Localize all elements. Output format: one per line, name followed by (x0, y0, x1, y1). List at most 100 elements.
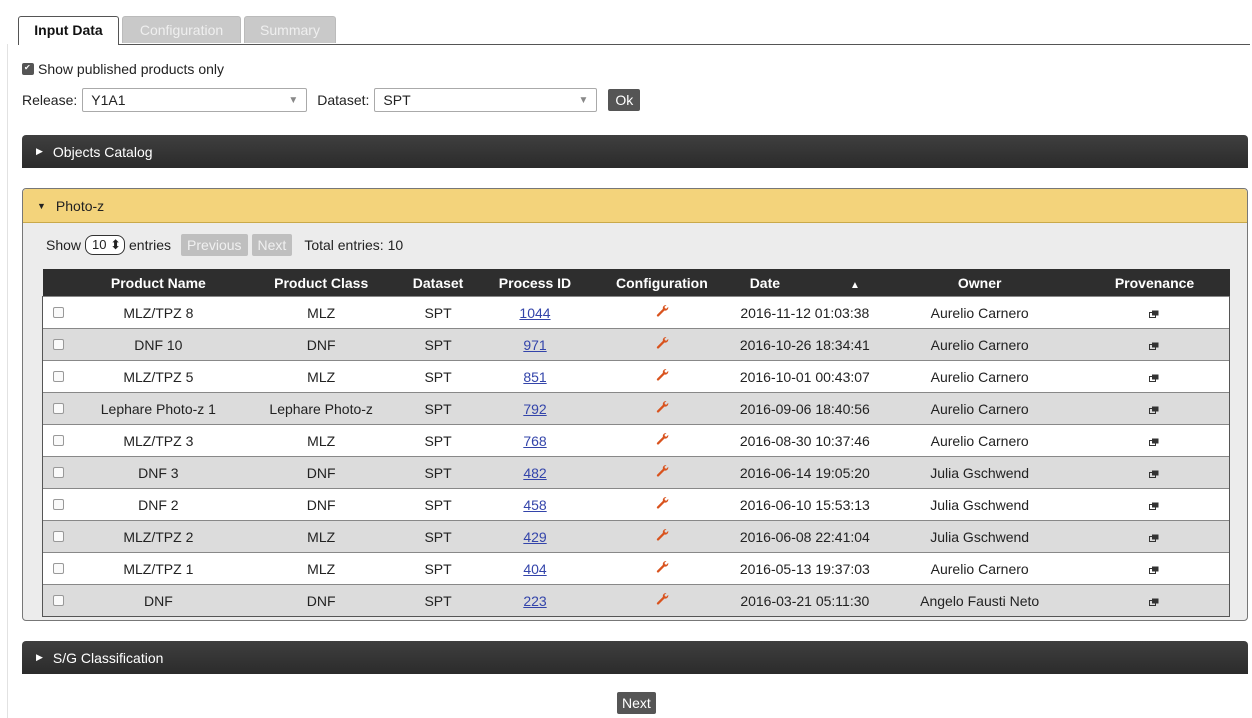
published-only-checkbox[interactable] (22, 63, 34, 75)
total-entries: Total entries: 10 (304, 237, 404, 253)
date-cell: 2016-05-13 19:37:03 (729, 552, 880, 585)
process-id-cell: 768 (476, 424, 594, 457)
process-id-link[interactable]: 458 (523, 497, 546, 513)
release-value: Y1A1 (91, 92, 126, 108)
dataset-label: Dataset: (317, 92, 370, 108)
page-size-select[interactable]: 10 ⬍ (85, 235, 126, 255)
table-row[interactable]: Lephare Photo-z 1 Lephare Photo-z SPT 792 20… (42, 392, 1230, 425)
process-id-link[interactable]: 1044 (519, 305, 550, 321)
tab-configuration[interactable]: Configuration (122, 16, 241, 43)
row-checkbox[interactable] (53, 594, 65, 606)
next-page-button[interactable]: Next (251, 234, 293, 256)
product-class-cell: Lephare Photo-z (242, 392, 401, 425)
table-row[interactable]: DNF 2 DNF SPT 458 2016-06-10 15:53:13 Julia G… (42, 488, 1230, 521)
wrench-icon[interactable] (655, 336, 669, 350)
wrench-icon[interactable] (655, 560, 669, 574)
product-name-cell: MLZ/TPZ 1 (74, 552, 243, 585)
published-only-toggle[interactable]: Show published products only (22, 61, 224, 77)
table-row[interactable]: MLZ/TPZ 1 MLZ SPT 404 2016-05-13 19:37:03 Aur… (42, 552, 1230, 585)
tab-summary[interactable]: Summary (244, 16, 336, 43)
column-header[interactable]: Dataset (400, 269, 477, 297)
wrench-icon[interactable] (655, 592, 669, 606)
table-header-row: Product Name Product Class Dataset Proce… (42, 269, 1230, 297)
row-checkbox[interactable] (53, 562, 65, 574)
date-cell: 2016-06-10 15:53:13 (729, 488, 880, 521)
wrench-icon[interactable] (655, 368, 669, 382)
process-id-link[interactable]: 429 (523, 529, 546, 545)
objects-catalog-header[interactable]: ▶ Objects Catalog (22, 135, 1248, 168)
row-checkbox[interactable] (53, 338, 65, 350)
previous-page-button[interactable]: Previous (181, 234, 248, 256)
row-checkbox[interactable] (53, 306, 65, 318)
configuration-cell (593, 488, 730, 521)
process-id-link[interactable]: 404 (523, 561, 546, 577)
row-checkbox[interactable] (53, 498, 65, 510)
configuration-cell (593, 328, 730, 361)
table-row[interactable]: MLZ/TPZ 8 MLZ SPT 1044 2016-11-12 01:03:38 Au… (42, 296, 1230, 329)
product-name-cell: MLZ/TPZ 3 (74, 424, 243, 457)
column-header[interactable]: Product Class (242, 269, 401, 297)
column-header[interactable]: Owner (879, 269, 1080, 297)
wrench-icon[interactable] (655, 528, 669, 542)
external-link-icon[interactable] (1149, 593, 1159, 606)
row-checkbox[interactable] (53, 466, 65, 478)
table-row[interactable]: MLZ/TPZ 5 MLZ SPT 851 2016-10-01 00:43:07 Aur… (42, 360, 1230, 393)
row-checkbox[interactable] (53, 402, 65, 414)
tab-input-data[interactable]: Input Data (18, 16, 119, 45)
product-class-cell: DNF (242, 584, 401, 617)
column-header[interactable]: Process ID (476, 269, 594, 297)
external-link-icon[interactable] (1149, 433, 1159, 446)
process-id-cell: 404 (476, 552, 594, 585)
dataset-cell: SPT (400, 520, 477, 553)
table-row[interactable]: MLZ/TPZ 3 MLZ SPT 768 2016-08-30 10:37:46 Aur… (42, 424, 1230, 457)
table-row[interactable]: DNF DNF SPT 223 2016-03-21 05:11:30 Angelo Fa… (42, 584, 1230, 617)
row-checkbox[interactable] (53, 530, 65, 542)
left-rule (7, 44, 8, 718)
table-controls: Show 10 ⬍ entries Previous Next Total en… (46, 234, 403, 256)
sg-classification-header[interactable]: ▶ S/G Classification (22, 641, 1248, 674)
next-button[interactable]: Next (617, 692, 656, 714)
row-select-cell (42, 520, 75, 553)
table-row[interactable]: DNF 10 DNF SPT 971 2016-10-26 18:34:41 Aureli… (42, 328, 1230, 361)
process-id-link[interactable]: 851 (523, 369, 546, 385)
product-class-cell: MLZ (242, 552, 401, 585)
external-link-icon[interactable] (1149, 369, 1159, 382)
caret-right-icon: ▶ (36, 146, 43, 156)
product-name-cell: DNF 10 (74, 328, 243, 361)
date-column-header[interactable]: Date ▲ (729, 269, 880, 297)
wrench-icon[interactable] (655, 496, 669, 510)
column-header[interactable]: Configuration (593, 269, 730, 297)
external-link-icon[interactable] (1149, 561, 1159, 574)
date-cell: 2016-10-01 00:43:07 (729, 360, 880, 393)
row-checkbox[interactable] (53, 370, 65, 382)
external-link-icon[interactable] (1149, 305, 1159, 318)
external-link-icon[interactable] (1149, 465, 1159, 478)
external-link-icon[interactable] (1149, 529, 1159, 542)
ok-button[interactable]: Ok (608, 89, 641, 111)
dataset-select[interactable]: SPT ▼ (374, 88, 598, 112)
photoz-header[interactable]: ▼ Photo-z (23, 189, 1247, 223)
column-header[interactable]: Product Name (74, 269, 243, 297)
column-header[interactable]: Provenance (1079, 269, 1230, 297)
release-select[interactable]: Y1A1 ▼ (82, 88, 308, 112)
table-row[interactable]: MLZ/TPZ 2 MLZ SPT 429 2016-06-08 22:41:04 Jul… (42, 520, 1230, 553)
external-link-icon[interactable] (1149, 337, 1159, 350)
external-link-icon[interactable] (1149, 497, 1159, 510)
provenance-cell (1079, 296, 1230, 329)
owner-cell: Aurelio Carnero (879, 360, 1080, 393)
wrench-icon[interactable] (655, 400, 669, 414)
product-name-cell: Lephare Photo-z 1 (74, 392, 243, 425)
wrench-icon[interactable] (655, 432, 669, 446)
row-select-cell (42, 424, 75, 457)
row-checkbox[interactable] (53, 434, 65, 446)
process-id-link[interactable]: 223 (523, 593, 546, 609)
process-id-link[interactable]: 792 (523, 401, 546, 417)
process-id-link[interactable]: 768 (523, 433, 546, 449)
wrench-icon[interactable] (655, 464, 669, 478)
process-id-link[interactable]: 971 (523, 337, 546, 353)
table-row[interactable]: DNF 3 DNF SPT 482 2016-06-14 19:05:20 Julia G… (42, 456, 1230, 489)
wrench-icon[interactable] (655, 304, 669, 318)
process-id-link[interactable]: 482 (523, 465, 546, 481)
photoz-panel: ▼ Photo-z Show 10 ⬍ entries Previous Nex… (22, 188, 1248, 621)
external-link-icon[interactable] (1149, 401, 1159, 414)
